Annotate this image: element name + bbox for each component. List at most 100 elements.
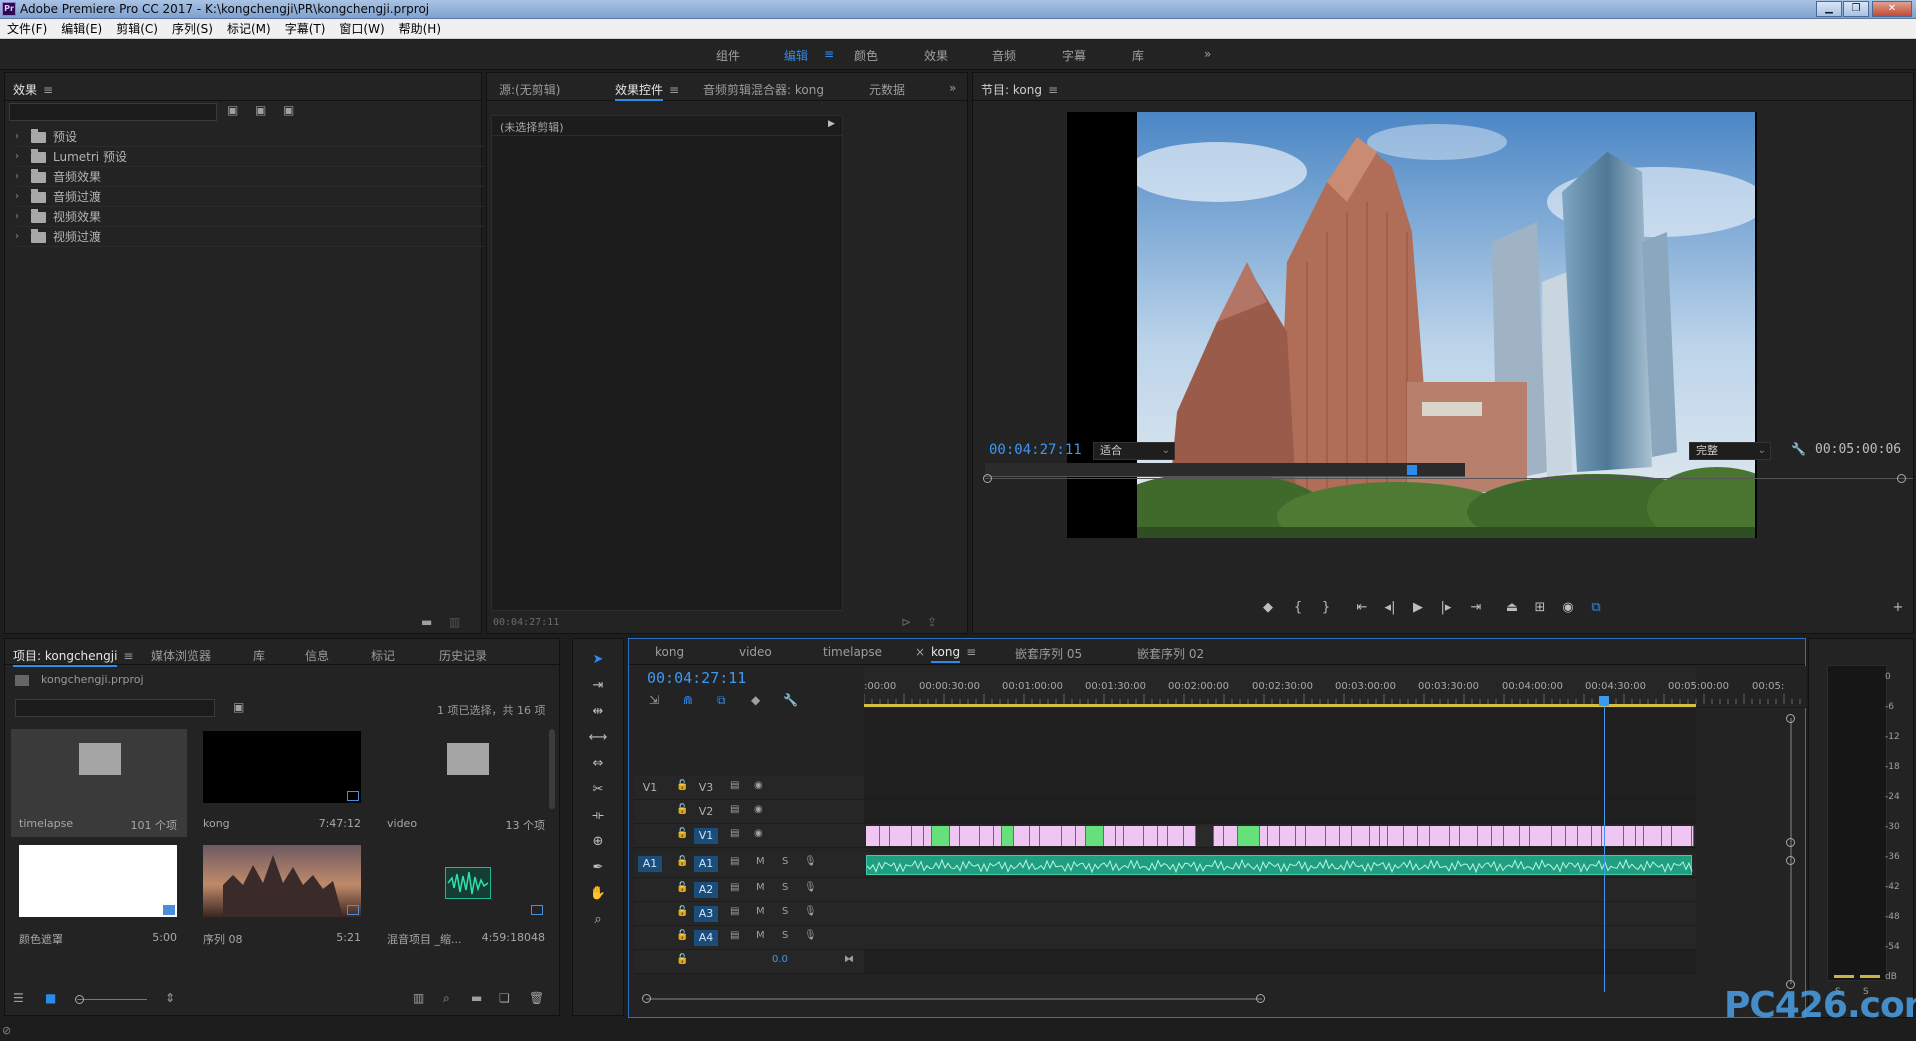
expand-arrow-icon[interactable]: › bbox=[15, 167, 19, 187]
v1-clip[interactable] bbox=[1692, 826, 1694, 846]
solo-button[interactable]: S bbox=[782, 882, 788, 893]
play-icon[interactable]: ▶ bbox=[1407, 599, 1429, 617]
extract-icon[interactable]: ⊞ bbox=[1529, 599, 1551, 617]
list-view-icon[interactable]: ☰ bbox=[13, 991, 24, 1005]
v1-clip[interactable] bbox=[1260, 826, 1268, 846]
timeline-timecode[interactable]: 00:04:27:11 bbox=[647, 669, 746, 687]
rate-stretch-tool-icon[interactable]: ⇔ bbox=[588, 754, 608, 774]
step-forward-icon[interactable]: |▸ bbox=[1435, 599, 1457, 617]
ripple-edit-tool-icon[interactable]: ⇹ bbox=[588, 702, 608, 722]
export-icon[interactable]: ⇪ bbox=[927, 615, 937, 629]
timeline-tab-video[interactable]: video bbox=[739, 645, 772, 659]
delete-icon[interactable]: 🗑 bbox=[529, 991, 544, 1005]
track-lane-a4[interactable] bbox=[864, 926, 1696, 950]
v1-clip[interactable] bbox=[1184, 826, 1196, 846]
timeline-playhead-head[interactable] bbox=[1599, 696, 1610, 706]
project-item-timelapse[interactable]: timelapse 101 个项 bbox=[11, 729, 187, 837]
panel-menu-icon[interactable]: ≡ bbox=[43, 83, 53, 97]
snap-magnet-icon[interactable]: ⋒ bbox=[683, 693, 693, 707]
v1-clip[interactable] bbox=[924, 826, 932, 846]
mute-button[interactable]: M bbox=[756, 906, 765, 917]
timeline-tab-timelapse[interactable]: timelapse bbox=[823, 645, 882, 659]
v1-clip[interactable] bbox=[1268, 826, 1280, 846]
track-label-a1[interactable]: A1 bbox=[694, 856, 718, 872]
lock-icon[interactable]: 🔓 bbox=[676, 882, 688, 893]
timeline-settings-wrench-icon[interactable]: 🔧 bbox=[783, 693, 798, 707]
rolling-edit-tool-icon[interactable]: ⟷ bbox=[588, 728, 608, 748]
compare-view-icon[interactable]: ⧉ bbox=[1585, 599, 1607, 617]
automate-to-sequence-icon[interactable]: ▥ bbox=[413, 991, 424, 1005]
v1-clip[interactable] bbox=[1460, 826, 1478, 846]
effects-folder-lumetri[interactable]: › Lumetri 预设 bbox=[13, 147, 483, 167]
microphone-icon[interactable]: 🎙 bbox=[804, 882, 817, 893]
track-lane-a3[interactable] bbox=[864, 902, 1696, 926]
v1-clip[interactable] bbox=[1280, 826, 1296, 846]
panel-overflow-icon[interactable]: » bbox=[949, 81, 956, 95]
menu-file[interactable]: 文件(F) bbox=[0, 19, 54, 39]
a1-audio-clip[interactable] bbox=[866, 855, 1693, 875]
mark-in-icon[interactable]: { bbox=[1287, 599, 1309, 617]
v1-clip[interactable] bbox=[1002, 826, 1014, 846]
v1-clip[interactable] bbox=[866, 826, 880, 846]
track-label-v2[interactable]: V2 bbox=[694, 804, 718, 820]
v1-clip[interactable] bbox=[1662, 826, 1672, 846]
sort-icon[interactable]: ⇕ bbox=[165, 991, 175, 1005]
v1-clip[interactable] bbox=[1388, 826, 1404, 846]
tab-audio-clip-mixer[interactable]: 音频剪辑混合器: kong bbox=[703, 81, 824, 98]
workspace-tab-assembly[interactable]: 组件 bbox=[716, 47, 740, 64]
workspace-more-button[interactable]: » bbox=[1204, 47, 1211, 61]
v1-clip[interactable] bbox=[1040, 826, 1062, 846]
lift-icon[interactable]: ⏏ bbox=[1501, 599, 1523, 617]
new-item-icon[interactable]: ❏ bbox=[499, 991, 510, 1005]
horizontal-zoom-handle[interactable] bbox=[1256, 994, 1265, 1003]
tab-source[interactable]: 源:(无剪辑) bbox=[499, 81, 560, 98]
minimize-button[interactable]: ▁ bbox=[1816, 1, 1842, 17]
v1-clip[interactable] bbox=[1566, 826, 1578, 846]
v1-clip[interactable] bbox=[1214, 826, 1224, 846]
expand-arrow-icon[interactable]: › bbox=[15, 227, 19, 247]
sync-lock-icon[interactable]: ▤ bbox=[730, 780, 739, 791]
workspace-tab-titles[interactable]: 字幕 bbox=[1062, 47, 1086, 64]
v1-clip[interactable] bbox=[1296, 826, 1306, 846]
expand-arrow-icon[interactable]: › bbox=[15, 207, 19, 227]
v1-clip[interactable] bbox=[1492, 826, 1504, 846]
project-item-color-matte[interactable]: 颜色遮罩 5:00 bbox=[11, 843, 187, 951]
v1-clip[interactable] bbox=[880, 826, 890, 846]
lock-icon[interactable]: 🔓 bbox=[676, 906, 688, 917]
v1-clip[interactable] bbox=[1552, 826, 1566, 846]
project-item-kong[interactable]: kong 7:47:12 bbox=[195, 729, 371, 837]
track-lane-v3[interactable] bbox=[864, 776, 1696, 800]
program-zoom-bar[interactable] bbox=[985, 478, 1913, 479]
effects-folder-presets[interactable]: › 预设 bbox=[13, 127, 483, 147]
sync-lock-icon[interactable]: ▤ bbox=[730, 930, 739, 941]
panel-menu-icon[interactable]: ≡ bbox=[123, 649, 133, 663]
track-lane-master[interactable] bbox=[864, 950, 1696, 974]
menu-sequence[interactable]: 序列(S) bbox=[165, 19, 220, 39]
lock-icon[interactable]: 🔓 bbox=[676, 930, 688, 941]
timeline-tab-kong[interactable]: kong bbox=[655, 645, 684, 659]
track-select-tool-icon[interactable]: ⇥ bbox=[588, 676, 608, 696]
workspace-tab-effects[interactable]: 效果 bbox=[924, 47, 948, 64]
slide-tool-icon[interactable]: ⊕ bbox=[588, 832, 608, 852]
v1-clip[interactable] bbox=[1644, 826, 1662, 846]
close-window-button[interactable]: ✕ bbox=[1872, 1, 1912, 17]
v1-clip[interactable] bbox=[994, 826, 1002, 846]
sync-lock-icon[interactable]: ▤ bbox=[730, 804, 739, 815]
v1-clip[interactable] bbox=[950, 826, 960, 846]
project-item-mix-project[interactable]: 混音项目 _缩... 4:59:18048 bbox=[379, 843, 555, 951]
lock-icon[interactable]: 🔓 bbox=[676, 828, 688, 839]
menu-window[interactable]: 窗口(W) bbox=[332, 19, 391, 39]
source-patch-a[interactable]: A1 bbox=[638, 856, 662, 872]
effects-search-input[interactable] bbox=[9, 103, 217, 121]
expand-arrow-icon[interactable]: › bbox=[15, 147, 19, 167]
new-bin-icon[interactable]: ▬ bbox=[471, 991, 482, 1005]
project-item-video[interactable]: video 13 个项 bbox=[379, 729, 555, 837]
add-marker-icon[interactable]: ◆ bbox=[751, 693, 760, 707]
eye-icon[interactable]: ◉ bbox=[754, 804, 763, 815]
timeline-tab-nested-02[interactable]: 嵌套序列 02 bbox=[1137, 645, 1204, 662]
pen-tool-icon[interactable]: ✒ bbox=[588, 858, 608, 878]
wrench-settings-icon[interactable]: 🔧 bbox=[1791, 442, 1806, 456]
effects-folder-video-transitions[interactable]: › 视频过渡 bbox=[13, 227, 483, 247]
filter-icon[interactable]: ⊳ bbox=[901, 615, 911, 629]
linked-selection-icon[interactable]: ⧉ bbox=[717, 693, 726, 708]
